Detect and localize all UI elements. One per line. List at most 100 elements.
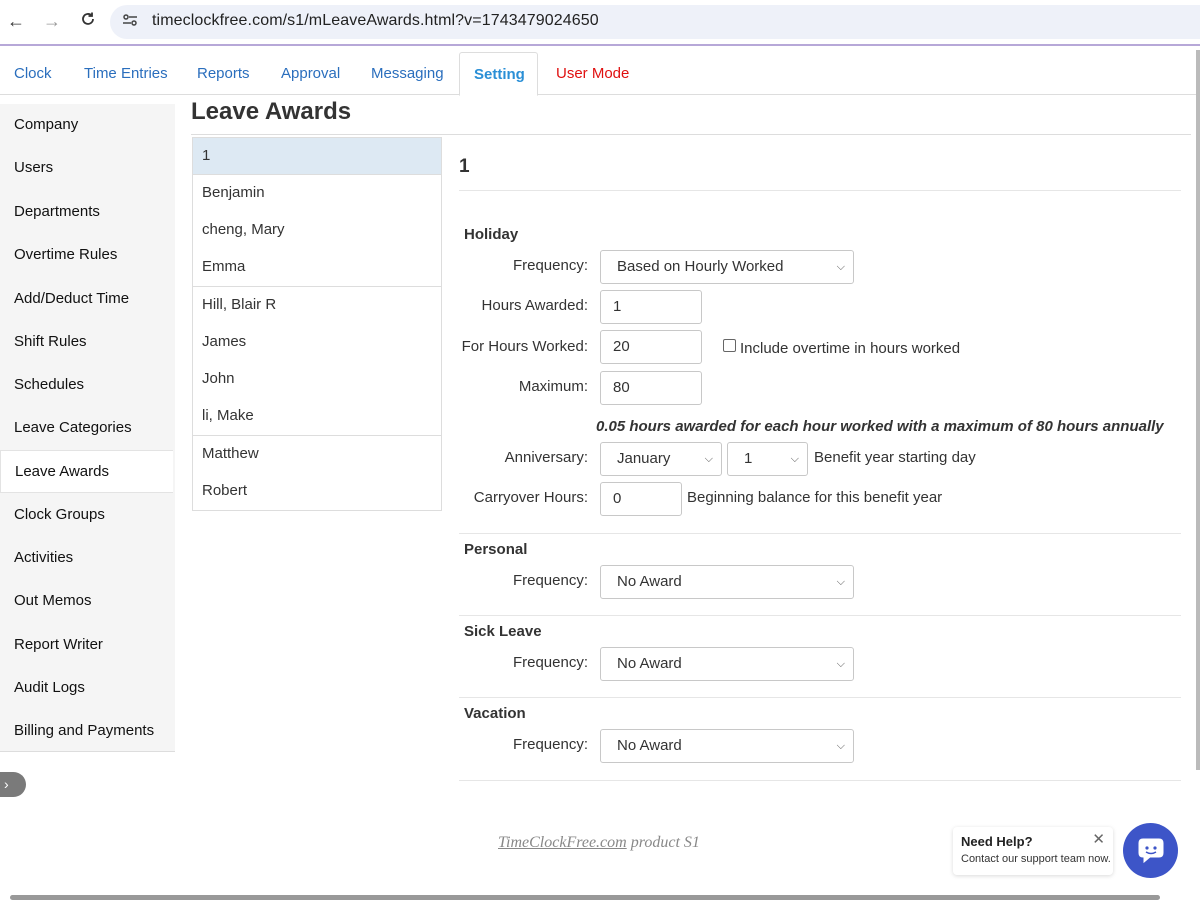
sidebar-item-departments[interactable]: Departments — [0, 191, 175, 233]
site-settings-icon[interactable] — [120, 12, 140, 32]
tab-user-mode[interactable]: User Mode — [542, 52, 643, 95]
maximum-label: Maximum: — [518, 378, 588, 395]
help-title: Need Help? — [961, 834, 1033, 849]
include-overtime-checkbox[interactable] — [723, 339, 736, 352]
holiday-frequency-value: Based on Hourly Worked — [617, 258, 784, 275]
tab-reports[interactable]: Reports — [183, 52, 264, 95]
anniversary-day-value: 1 — [744, 450, 753, 467]
page-title: Leave Awards — [191, 98, 352, 125]
help-subtitle: Contact our support team now. — [961, 853, 1111, 865]
award-summary-text: 0.05 hours awarded for each hour worked … — [596, 418, 1164, 435]
employee-list-item[interactable]: John — [192, 361, 442, 399]
anniversary-day-select[interactable]: 1 ⌵ — [727, 442, 808, 476]
sidebar-item-schedules[interactable]: Schedules — [0, 364, 175, 406]
vertical-scrollbar[interactable] — [1196, 50, 1200, 770]
sick-leave-frequency-label: Frequency: — [512, 654, 588, 671]
address-bar[interactable]: timeclockfree.com/s1/mLeaveAwards.html?v… — [110, 5, 1200, 39]
employee-list-item[interactable]: 1 — [192, 137, 442, 175]
for-hours-worked-label: For Hours Worked: — [461, 338, 588, 355]
include-overtime-label: Include overtime in hours worked — [740, 340, 961, 357]
sick-leave-heading: Sick Leave — [464, 623, 542, 640]
personal-frequency-value: No Award — [617, 573, 682, 590]
reload-icon[interactable] — [76, 9, 100, 33]
employee-list-item[interactable]: Hill, Blair R — [192, 287, 442, 325]
chat-icon — [1138, 838, 1164, 864]
browser-toolbar: ← → timeclockfree.com/s1/mLeaveAwards.ht… — [0, 0, 1200, 46]
employee-detail-title: 1 — [459, 156, 470, 177]
maximum-input[interactable]: 80 — [600, 371, 702, 405]
sidebar-item-clock-groups[interactable]: Clock Groups — [0, 494, 175, 536]
sidebar-item-shift-rules[interactable]: Shift Rules — [0, 321, 175, 363]
chevron-down-icon: ⌵ — [836, 576, 845, 588]
back-arrow-icon[interactable]: ← — [4, 9, 28, 33]
chat-support-button[interactable] — [1123, 823, 1178, 878]
chevron-down-icon: ⌵ — [836, 740, 845, 752]
tab-messaging[interactable]: Messaging — [357, 52, 458, 95]
sidebar-item-overtime-rules[interactable]: Overtime Rules — [0, 234, 175, 276]
for-hours-worked-input[interactable]: 20 — [600, 330, 702, 364]
sidebar-item-leave-awards[interactable]: Leave Awards — [0, 450, 173, 493]
sick-leave-frequency-select[interactable]: No Award ⌵ — [600, 647, 854, 681]
carryover-hours-label: Carryover Hours: — [473, 489, 588, 506]
personal-frequency-select[interactable]: No Award ⌵ — [600, 565, 854, 599]
sidebar-item-leave-categories[interactable]: Leave Categories — [0, 407, 175, 449]
hours-awarded-input[interactable]: 1 — [600, 290, 702, 324]
carryover-hours-input[interactable]: 0 — [600, 482, 682, 516]
section-divider — [459, 780, 1181, 781]
forward-arrow-icon[interactable]: → — [40, 9, 64, 33]
close-icon[interactable]: ✕ — [1092, 830, 1105, 848]
vacation-frequency-select[interactable]: No Award ⌵ — [600, 729, 854, 763]
sidebar-item-out-memos[interactable]: Out Memos — [0, 580, 175, 622]
main-tabs: Clock Time Entries Reports Approval Mess… — [0, 52, 1200, 96]
vacation-frequency-value: No Award — [617, 737, 682, 754]
tab-clock[interactable]: Clock — [0, 52, 66, 95]
settings-sidebar: Company Users Departments Overtime Rules… — [0, 104, 175, 752]
carryover-note: Beginning balance for this benefit year — [687, 489, 943, 506]
section-divider — [459, 533, 1181, 534]
section-divider — [459, 615, 1181, 616]
employee-list-item[interactable]: James — [192, 324, 442, 362]
employee-list-item[interactable]: Benjamin — [192, 175, 442, 213]
holiday-frequency-select[interactable]: Based on Hourly Worked ⌵ — [600, 250, 854, 284]
chevron-down-icon: ⌵ — [790, 453, 799, 465]
sidebar-item-company[interactable]: Company — [0, 104, 175, 146]
holiday-frequency-label: Frequency: — [512, 257, 588, 274]
personal-frequency-label: Frequency: — [512, 572, 588, 589]
tab-approval[interactable]: Approval — [267, 52, 354, 95]
sidebar-item-billing-and-payments[interactable]: Billing and Payments — [0, 710, 175, 752]
employee-list-item[interactable]: li, Make — [192, 398, 442, 436]
tab-time-entries[interactable]: Time Entries — [70, 52, 182, 95]
sick-leave-frequency-value: No Award — [617, 655, 682, 672]
chevron-down-icon: ⌵ — [836, 658, 845, 670]
anniversary-month-value: January — [617, 450, 671, 467]
sidebar-item-report-writer[interactable]: Report Writer — [0, 624, 175, 666]
employee-list-item[interactable]: cheng, Mary — [192, 212, 442, 250]
url-text[interactable]: timeclockfree.com/s1/mLeaveAwards.html?v… — [152, 12, 599, 30]
vacation-heading: Vacation — [464, 705, 526, 722]
help-popup: Need Help? Contact our support team now.… — [953, 827, 1113, 875]
chevron-down-icon: ⌵ — [836, 261, 845, 273]
sidebar-item-audit-logs[interactable]: Audit Logs — [0, 667, 175, 709]
sidebar-item-add-deduct-time[interactable]: Add/Deduct Time — [0, 278, 175, 320]
detail-divider — [459, 190, 1181, 191]
horizontal-scrollbar[interactable] — [10, 895, 1160, 900]
personal-heading: Personal — [464, 541, 528, 558]
sidebar-item-users[interactable]: Users — [0, 147, 175, 189]
employee-list-item[interactable]: Matthew — [192, 436, 442, 474]
hours-awarded-label: Hours Awarded: — [481, 297, 588, 314]
chevron-down-icon: ⌵ — [704, 453, 713, 465]
title-divider — [191, 134, 1191, 135]
section-divider — [459, 697, 1181, 698]
anniversary-label: Anniversary: — [504, 449, 588, 466]
footer-suffix: product S1 — [626, 834, 700, 851]
footer-link[interactable]: TimeClockFree.com — [498, 834, 627, 851]
sidebar-item-activities[interactable]: Activities — [0, 537, 175, 579]
employee-list-item[interactable]: Robert — [192, 473, 442, 511]
sidebar-collapse-button[interactable]: › — [0, 772, 26, 797]
anniversary-month-select[interactable]: January ⌵ — [600, 442, 722, 476]
employee-list-item[interactable]: Emma — [192, 249, 442, 287]
anniversary-note: Benefit year starting day — [814, 449, 976, 466]
footer-text: TimeClockFree.com product S1 — [498, 834, 700, 852]
tab-setting[interactable]: Setting — [459, 52, 538, 96]
holiday-heading: Holiday — [464, 226, 519, 243]
